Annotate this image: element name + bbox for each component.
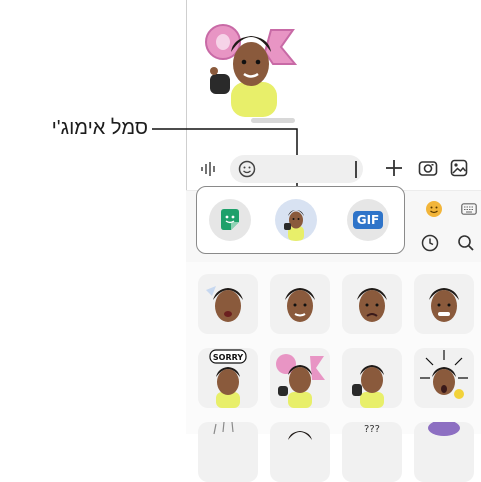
message-input[interactable] [230,155,363,183]
sorry-text: SORRY [213,353,243,362]
callout-label: סמל אימוג'י [51,117,148,139]
sticker-sorry[interactable]: SORRY [198,348,258,408]
voice-input-icon[interactable] [200,160,216,178]
ar-emoji-sticker-grid: SORRY ??? [186,262,481,482]
emoji-tab-icon[interactable] [425,200,443,218]
sticker-smile[interactable] [270,274,330,334]
camera-icon[interactable] [418,159,438,177]
sticker-app-button[interactable] [209,199,251,241]
recent-clock-icon[interactable] [421,234,439,252]
sticker-row3-b[interactable] [270,422,330,482]
sticker-row3-a[interactable] [198,422,258,482]
sticker-angry-shout[interactable] [198,274,258,334]
question-text: ??? [364,424,380,435]
gallery-icon[interactable] [450,159,468,177]
sticker-app-icon [221,209,239,230]
composer-row [186,150,481,190]
emoji-icon[interactable] [238,160,256,178]
sticker-shocked[interactable] [414,348,474,408]
keyboard-tab-icon[interactable] [461,203,477,215]
search-icon[interactable] [457,234,475,252]
sent-ar-emoji-sticker[interactable] [201,12,301,117]
sticker-row3-question[interactable]: ??? [342,422,402,482]
sticker-hand-raise[interactable] [342,348,402,408]
ar-emoji-icon [284,210,304,241]
text-caret [355,161,357,178]
sent-timestamp [251,118,295,123]
plus-icon[interactable] [384,158,404,178]
sticker-frown[interactable] [342,274,402,334]
ar-emoji-button[interactable] [275,199,317,241]
sticker-row3-d[interactable] [414,422,474,482]
sticker-grin[interactable] [414,274,474,334]
sticker-source-group: GIF [196,186,405,254]
gif-label: GIF [352,211,384,229]
sticker-ok-wave[interactable] [270,348,330,408]
gif-button[interactable]: GIF [347,199,389,241]
side-tabs [408,190,481,262]
